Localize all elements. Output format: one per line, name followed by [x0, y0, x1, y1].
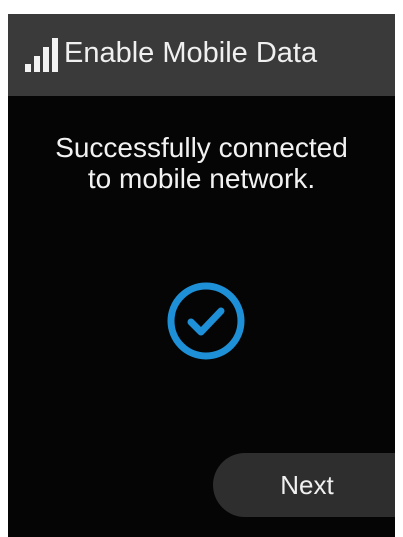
title-bar: Enable Mobile Data [8, 14, 395, 96]
status-message: Successfully connected to mobile network… [8, 132, 395, 194]
status-message-line-2: to mobile network. [87, 163, 316, 194]
next-button-label: Next [280, 469, 334, 500]
signal-strength-icon [21, 37, 61, 73]
next-button[interactable]: Next [213, 453, 395, 517]
screen: Enable Mobile Data Successfully connecte… [8, 14, 395, 537]
check-circle-icon [165, 280, 247, 362]
page-title: Enable Mobile Data [64, 37, 318, 69]
status-message-line-1: Successfully connected [55, 132, 348, 163]
